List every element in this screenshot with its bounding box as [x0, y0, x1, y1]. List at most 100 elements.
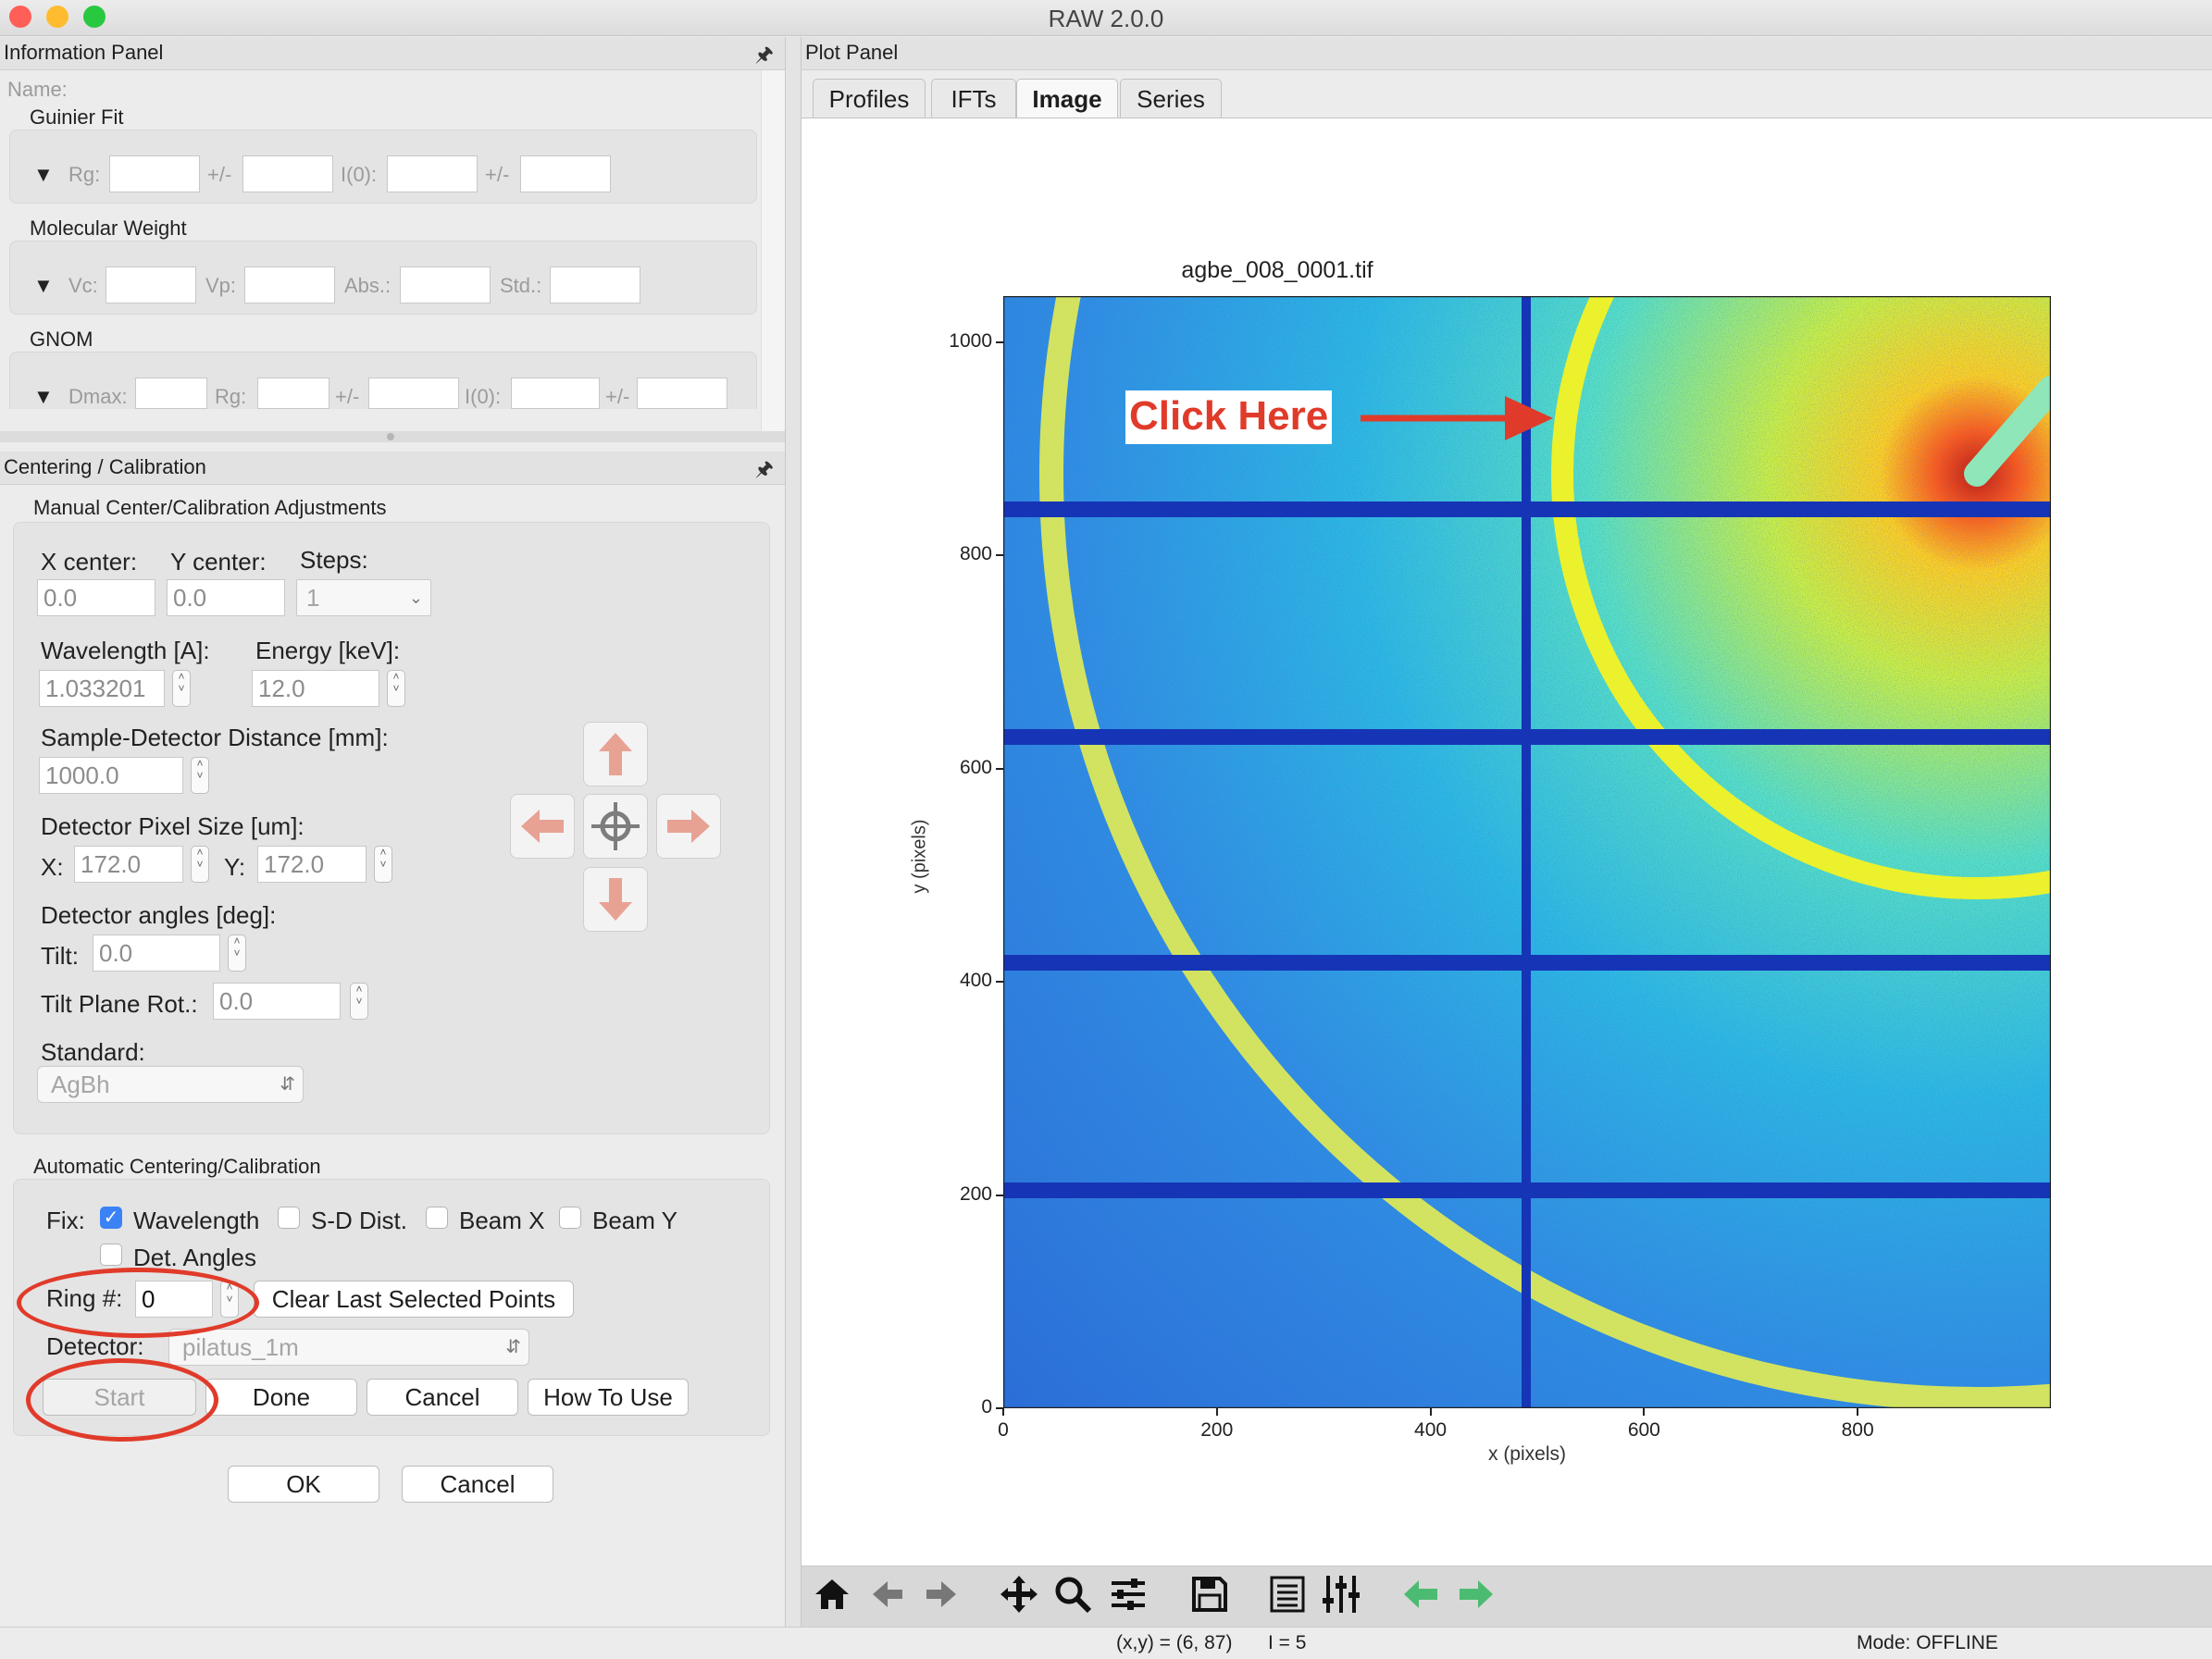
x-tick-label: 600: [1627, 1419, 1660, 1441]
move-right-button[interactable]: [656, 794, 721, 859]
move-up-button[interactable]: [583, 722, 648, 786]
y-tick-mark: [996, 554, 1003, 557]
x-tick-label: 800: [1841, 1419, 1874, 1441]
cancel-calibration-button[interactable]: Cancel: [367, 1379, 518, 1416]
energy-field[interactable]: 12.0: [252, 670, 379, 707]
tilt-rot-field[interactable]: 0.0: [213, 983, 341, 1020]
steps-dropdown[interactable]: 1 ⌄: [296, 579, 431, 616]
fix-wavelength-checkbox[interactable]: ✓: [100, 1207, 122, 1229]
guinier-rg-field[interactable]: [109, 155, 200, 192]
gnom-dmax-field[interactable]: [135, 378, 207, 409]
gnom-i0-field[interactable]: [511, 378, 600, 409]
pixel-y-field[interactable]: 172.0: [257, 846, 367, 883]
pixel-size-label: Detector Pixel Size [um]:: [41, 812, 304, 840]
done-button[interactable]: Done: [205, 1379, 357, 1416]
fix-angles-checkbox[interactable]: [100, 1244, 122, 1266]
how-to-use-button[interactable]: How To Use: [528, 1379, 689, 1416]
pixel-y-label: Y:: [224, 853, 246, 881]
tilt-rot-stepper[interactable]: ˄ ˅: [350, 983, 368, 1020]
y-center-label: Y center:: [170, 548, 267, 576]
y-tick-mark: [996, 767, 1003, 770]
ok-button[interactable]: OK: [228, 1466, 379, 1503]
y-tick-label: 200: [959, 1182, 992, 1205]
mw-vp-field[interactable]: [244, 266, 335, 303]
highlight-ring-number: [17, 1268, 259, 1338]
sliders-icon[interactable]: [1320, 1573, 1362, 1616]
mw-vc-field[interactable]: [106, 266, 196, 303]
mw-std-field[interactable]: [550, 266, 640, 303]
pixel-y-stepper[interactable]: ˄ ˅: [374, 846, 392, 883]
updown-chevron-icon: ⇵: [505, 1337, 521, 1357]
move-left-button[interactable]: [510, 794, 575, 859]
vertical-splitter[interactable]: [785, 37, 802, 1628]
detector-dropdown[interactable]: pilatus_1m ⇵: [168, 1329, 529, 1366]
configure-subplots-icon[interactable]: [1107, 1573, 1149, 1616]
tab-image[interactable]: Image: [1016, 79, 1118, 118]
tab-series[interactable]: Series: [1120, 79, 1222, 118]
gnom-rg-field[interactable]: [257, 378, 329, 409]
info-panel-scrollbar[interactable]: [761, 70, 786, 433]
pin-icon[interactable]: 🖈: [755, 453, 774, 485]
window-title: RAW 2.0.0: [1048, 5, 1164, 32]
list-icon[interactable]: [1266, 1573, 1309, 1616]
highlight-start-button: [26, 1358, 218, 1442]
gnom-i0-err-field[interactable]: [637, 378, 727, 409]
fix-sd-checkbox[interactable]: [278, 1207, 300, 1229]
detector-image-heatmap[interactable]: [1003, 296, 2051, 1408]
steps-label: Steps:: [300, 546, 368, 574]
tilt-stepper[interactable]: ˄ ˅: [228, 935, 246, 972]
back-icon[interactable]: [866, 1573, 909, 1616]
guinier-i0-label: I(0):: [341, 163, 378, 186]
pixel-x-stepper[interactable]: ˄ ˅: [191, 846, 209, 883]
x-tick-mark: [1857, 1408, 1859, 1416]
arrow-down-icon: [599, 878, 632, 921]
standard-dropdown[interactable]: AgBh ⇵: [37, 1066, 304, 1103]
tab-ifts[interactable]: IFTs: [931, 79, 1016, 118]
sd-distance-field[interactable]: 1000.0: [39, 757, 183, 794]
previous-image-icon[interactable]: [1399, 1573, 1442, 1616]
guinier-i0-err-field[interactable]: [520, 155, 611, 192]
fix-beamy-checkbox[interactable]: [559, 1207, 581, 1229]
guinier-pm2-label: +/-: [485, 163, 510, 186]
cancel-button[interactable]: Cancel: [402, 1466, 553, 1503]
tab-profiles[interactable]: Profiles: [813, 79, 926, 118]
x-tick-label: 0: [998, 1419, 1009, 1441]
guinier-i0-field[interactable]: [387, 155, 478, 192]
pin-icon[interactable]: 🖈: [755, 39, 774, 70]
x-center-field[interactable]: 0.0: [37, 579, 155, 616]
wavelength-field[interactable]: 1.033201: [39, 670, 165, 707]
x-tick-label: 200: [1200, 1419, 1234, 1441]
save-icon[interactable]: [1188, 1573, 1231, 1616]
mw-abs-field[interactable]: [400, 266, 491, 303]
y-center-field[interactable]: 0.0: [167, 579, 285, 616]
move-down-button[interactable]: [583, 867, 648, 932]
pan-icon[interactable]: [998, 1573, 1040, 1616]
guinier-title: Guinier Fit: [30, 105, 124, 129]
next-image-icon[interactable]: [1455, 1573, 1497, 1616]
tilt-field[interactable]: 0.0: [93, 935, 220, 972]
chevron-down-icon: ⌄: [408, 588, 423, 607]
gnom-collapse-icon[interactable]: ▼: [33, 385, 54, 409]
info-panel-title: Information Panel: [4, 41, 164, 64]
fix-beamx-checkbox[interactable]: [426, 1207, 448, 1229]
fix-label: Fix:: [46, 1207, 85, 1234]
zoom-icon[interactable]: [1051, 1573, 1094, 1616]
y-tick-mark: [996, 1194, 1003, 1196]
gnom-pm1-label: +/-: [335, 385, 360, 408]
guinier-rg-err-field[interactable]: [242, 155, 333, 192]
clear-points-button[interactable]: Clear Last Selected Points: [254, 1281, 574, 1318]
x-tick-label: 400: [1414, 1419, 1448, 1441]
energy-stepper[interactable]: ˄ ˅: [387, 670, 405, 707]
forward-icon[interactable]: [920, 1573, 963, 1616]
panel-splitter[interactable]: [0, 431, 785, 442]
home-icon[interactable]: [811, 1573, 853, 1616]
y-tick-label: 1000: [949, 329, 992, 352]
plot-panel-title: Plot Panel: [805, 41, 899, 64]
gnom-rg-err-field[interactable]: [368, 378, 459, 409]
guinier-collapse-icon[interactable]: ▼: [33, 163, 54, 187]
sd-distance-stepper[interactable]: ˄ ˅: [191, 757, 209, 794]
mw-collapse-icon[interactable]: ▼: [33, 274, 54, 298]
pixel-x-field[interactable]: 172.0: [74, 846, 183, 883]
center-target-button[interactable]: [583, 794, 648, 859]
wavelength-stepper[interactable]: ˄ ˅: [172, 670, 191, 707]
